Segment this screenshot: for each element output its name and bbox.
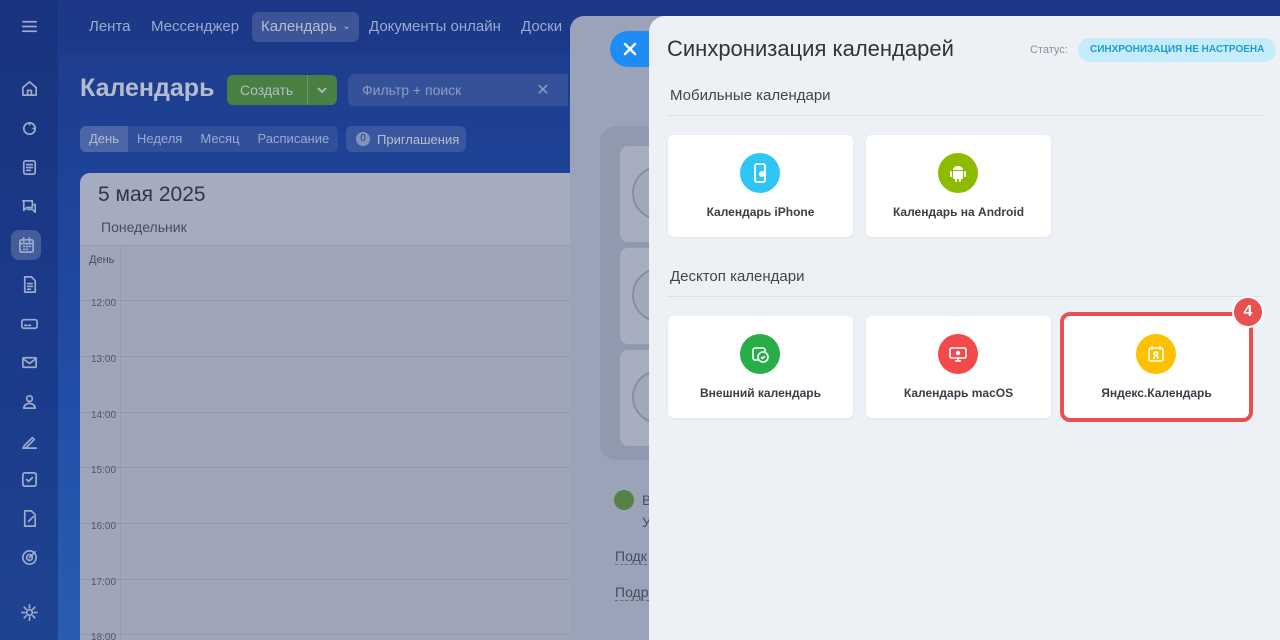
nav-item-calendar[interactable]: Календарь ⌄ xyxy=(252,12,359,42)
chevron-down-icon: ⌄ xyxy=(342,21,351,32)
tile-label: Календарь на Android xyxy=(892,205,1025,219)
time-gutter-divider xyxy=(120,246,121,640)
forms-icon[interactable] xyxy=(17,506,41,530)
document-icon[interactable] xyxy=(17,272,41,296)
tile-label: Яндекс.Календарь xyxy=(1101,386,1212,400)
mobile-section-title: Мобильные календари xyxy=(670,87,831,104)
nav-item-calendar-label: Календарь xyxy=(261,18,337,35)
create-split-divider xyxy=(307,75,308,105)
current-weekday: Понедельник xyxy=(101,219,187,235)
section-divider xyxy=(667,115,1263,116)
nav-item-boards[interactable]: Доски xyxy=(512,12,571,42)
checklist-icon[interactable] xyxy=(17,467,41,491)
calendar-day-view: 5 мая 2025 Понедельник День 12:00 13:00 … xyxy=(80,173,580,640)
hour-line xyxy=(80,634,580,635)
drive-icon[interactable] xyxy=(17,311,41,335)
create-button-label: Создать xyxy=(240,82,294,98)
tab-schedule[interactable]: Расписание xyxy=(249,126,339,152)
hour-line xyxy=(80,356,580,357)
invitations-button[interactable]: 0 Приглашения xyxy=(346,126,466,152)
iphone-icon xyxy=(740,153,780,193)
status-badge: Синхронизация не настроена xyxy=(1078,38,1277,62)
external-sync-icon xyxy=(740,334,780,374)
underlying-link[interactable]: Подк xyxy=(615,548,647,565)
calendar-icon[interactable] xyxy=(11,230,41,260)
view-tabs: День Неделя Месяц Расписание xyxy=(80,126,339,152)
invitations-count: 0 xyxy=(356,132,370,146)
tab-week[interactable]: Неделя xyxy=(128,126,191,152)
tasks-icon[interactable] xyxy=(17,155,41,179)
hour-line xyxy=(80,412,580,413)
hour-label: 16:00 xyxy=(91,521,117,532)
close-icon[interactable]: ✕ xyxy=(532,80,554,102)
tile-android-calendar[interactable]: Календарь на Android xyxy=(866,135,1051,237)
hour-label: 15:00 xyxy=(91,465,117,476)
page-title: Календарь xyxy=(80,74,215,102)
menu-icon[interactable] xyxy=(17,14,41,38)
nav-item-feed[interactable]: Лента xyxy=(80,12,140,42)
hour-line xyxy=(80,523,580,524)
status-label: Статус: xyxy=(1030,44,1068,56)
underlying-link[interactable]: Подр xyxy=(615,584,649,601)
yandex-calendar-icon xyxy=(1136,334,1176,374)
tile-label: Внешний календарь xyxy=(700,386,821,400)
create-button[interactable]: Создать xyxy=(227,75,337,105)
current-date: 5 мая 2025 xyxy=(98,183,206,206)
chat-icon[interactable] xyxy=(17,194,41,218)
chevron-down-icon[interactable] xyxy=(316,85,328,95)
hour-line xyxy=(80,579,580,580)
nav-item-docs[interactable]: Документы онлайн xyxy=(360,12,510,42)
android-icon xyxy=(938,153,978,193)
settings-icon[interactable] xyxy=(17,600,41,624)
hour-label: 18:00 xyxy=(91,632,117,640)
close-slider-button[interactable] xyxy=(610,31,650,67)
time-grid: День 12:00 13:00 14:00 15:00 16:00 17:00… xyxy=(80,245,580,640)
hour-label: 12:00 xyxy=(91,298,117,309)
hour-label: 14:00 xyxy=(91,410,117,421)
slider-title: Синхронизация календарей xyxy=(667,36,954,61)
check-icon xyxy=(614,490,634,510)
nav-item-messenger[interactable]: Мессенджер xyxy=(142,12,248,42)
sign-icon[interactable] xyxy=(17,428,41,452)
section-divider xyxy=(667,296,1263,297)
target-icon[interactable] xyxy=(17,545,41,569)
hour-label: 17:00 xyxy=(91,577,117,588)
tab-month[interactable]: Месяц xyxy=(191,126,248,152)
home-icon[interactable] xyxy=(17,76,41,100)
hour-label: 13:00 xyxy=(91,354,117,365)
tab-day[interactable]: День xyxy=(80,126,128,152)
mail-icon[interactable] xyxy=(17,350,41,374)
close-icon xyxy=(623,42,637,56)
calendar-sync-slider: Синхронизация календарей Статус: Синхрон… xyxy=(649,16,1280,640)
macos-icon xyxy=(938,334,978,374)
contacts-icon[interactable] xyxy=(17,389,41,413)
tile-label: Календарь macOS xyxy=(903,386,1014,400)
tile-iphone-calendar[interactable]: Календарь iPhone xyxy=(668,135,853,237)
desktop-section-title: Десктоп календари xyxy=(670,268,805,285)
step-number-badge: 4 xyxy=(1232,296,1264,328)
tile-label: Календарь iPhone xyxy=(706,205,815,219)
invitations-label: Приглашения xyxy=(377,132,460,147)
tile-external-calendar[interactable]: Внешний календарь xyxy=(668,316,853,418)
tile-yandex-calendar[interactable]: Яндекс.Календарь xyxy=(1060,312,1253,422)
left-sidebar xyxy=(0,0,58,640)
hour-line xyxy=(80,467,580,468)
hour-line xyxy=(80,300,580,301)
tile-macos-calendar[interactable]: Календарь macOS xyxy=(866,316,1051,418)
day-column-label: День xyxy=(89,254,115,266)
feed-icon[interactable] xyxy=(17,116,41,140)
